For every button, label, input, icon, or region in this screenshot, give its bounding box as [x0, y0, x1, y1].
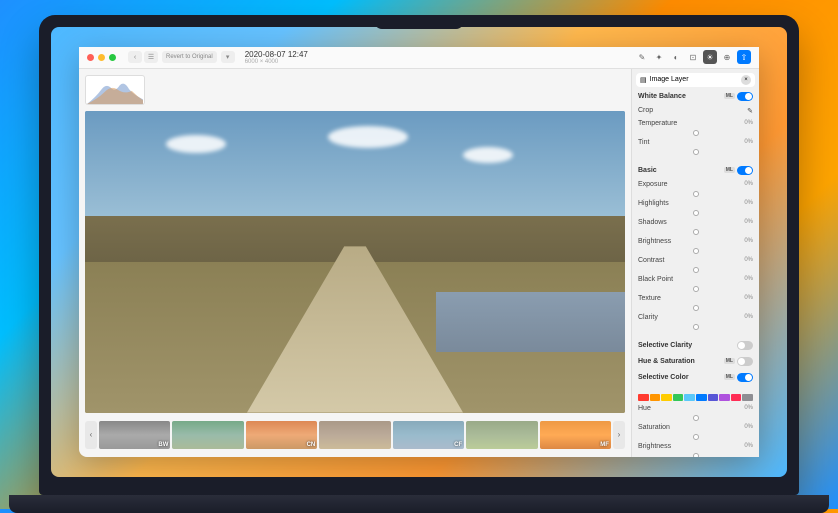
- maximize-window-button[interactable]: [109, 54, 116, 61]
- color-swatches: [636, 394, 755, 401]
- selective-clarity-toggle[interactable]: [737, 341, 753, 350]
- selective-color-toggle[interactable]: [737, 373, 753, 382]
- preset-filmstrip: ‹ BW CN CF MF ›: [85, 419, 625, 451]
- color-swatch-5[interactable]: [696, 394, 707, 401]
- close-window-button[interactable]: [87, 54, 94, 61]
- temperature-row: Temperature0%: [636, 119, 755, 128]
- sidebar-toggle-button[interactable]: ☰: [144, 51, 158, 63]
- revert-button[interactable]: Revert to Original: [162, 51, 217, 63]
- crop-icon[interactable]: ✎: [747, 107, 753, 115]
- preset-thumb-4[interactable]: CF: [393, 421, 464, 449]
- filmstrip-prev-button[interactable]: ‹: [85, 421, 97, 449]
- basic-section: Basic ML: [636, 164, 755, 177]
- color-swatch-8[interactable]: [731, 394, 742, 401]
- hue-saturation-section: Hue & SaturationML: [636, 355, 755, 368]
- preset-thumb-0[interactable]: BW: [99, 421, 170, 449]
- color-swatch-3[interactable]: [673, 394, 684, 401]
- color-swatch-4[interactable]: [684, 394, 695, 401]
- basic-toggle[interactable]: [737, 166, 753, 175]
- document-dimensions: 6000 × 4000: [245, 59, 631, 65]
- main-area: ‹ BW CN CF MF › ▤ Image Layer × White Balan…: [79, 69, 759, 457]
- settings-icon[interactable]: ⊕: [720, 50, 734, 64]
- laptop-base: [9, 495, 829, 513]
- preset-thumb-1[interactable]: [172, 421, 243, 449]
- preset-thumb-2[interactable]: CN: [246, 421, 317, 449]
- minimize-window-button[interactable]: [98, 54, 105, 61]
- ml-badge[interactable]: ML: [724, 93, 735, 99]
- pen-tool-icon[interactable]: ✎: [635, 50, 649, 64]
- preset-thumb-3[interactable]: [319, 421, 390, 449]
- panel-close-button[interactable]: ×: [741, 75, 751, 85]
- photo-canvas[interactable]: [85, 111, 625, 413]
- eyedropper-tool-icon[interactable]: ◐: [669, 50, 683, 64]
- traffic-lights: [87, 54, 116, 61]
- titlebar: ‹ ☰ Revert to Original ▾ 2020-08-07 12:4…: [79, 47, 759, 69]
- color-swatch-6[interactable]: [708, 394, 719, 401]
- color-swatch-9[interactable]: [742, 394, 753, 401]
- layer-selector[interactable]: ▤ Image Layer ×: [636, 73, 755, 87]
- title-area: 2020-08-07 12:47 6000 × 4000: [245, 50, 631, 65]
- photo-editor-window: ‹ ☰ Revert to Original ▾ 2020-08-07 12:4…: [79, 47, 759, 457]
- desktop-screen: ‹ ☰ Revert to Original ▾ 2020-08-07 12:4…: [51, 27, 787, 477]
- preset-thumb-5[interactable]: [466, 421, 537, 449]
- crop-row: Crop✎: [636, 106, 755, 116]
- layer-label: Image Layer: [650, 76, 689, 83]
- share-button[interactable]: ⇧: [737, 50, 751, 64]
- laptop-frame: ‹ ☰ Revert to Original ▾ 2020-08-07 12:4…: [39, 15, 799, 495]
- back-button[interactable]: ‹: [128, 51, 142, 63]
- adjustments-sidebar: ▤ Image Layer × White Balance ML Crop✎ T…: [631, 69, 759, 457]
- selective-clarity-section: Selective Clarity: [636, 339, 755, 352]
- crop-tool-icon[interactable]: ⊡: [686, 50, 700, 64]
- layers-icon: ▤: [640, 76, 647, 84]
- selective-color-section: Selective ColorML: [636, 371, 755, 384]
- laptop-notch: [374, 15, 464, 29]
- color-swatch-2[interactable]: [661, 394, 672, 401]
- color-swatch-1[interactable]: [650, 394, 661, 401]
- tint-row: Tint0%: [636, 138, 755, 147]
- ml-badge[interactable]: ML: [724, 167, 735, 173]
- adjust-tool-icon[interactable]: ☀: [703, 50, 717, 64]
- preset-thumb-6[interactable]: MF: [540, 421, 611, 449]
- color-swatch-7[interactable]: [719, 394, 730, 401]
- histogram[interactable]: [85, 75, 145, 105]
- document-title: 2020-08-07 12:47: [245, 50, 631, 59]
- white-balance-section: White Balance ML: [636, 90, 755, 103]
- white-balance-toggle[interactable]: [737, 92, 753, 101]
- toolbar-tools: ✎ ✦ ◐ ⊡ ☀ ⊕ ⇧: [635, 50, 751, 64]
- canvas-area: ‹ BW CN CF MF ›: [79, 69, 631, 457]
- hue-sat-toggle[interactable]: [737, 357, 753, 366]
- nav-buttons: ‹ ☰: [128, 51, 158, 63]
- wand-tool-icon[interactable]: ✦: [652, 50, 666, 64]
- filmstrip-next-button[interactable]: ›: [613, 421, 625, 449]
- color-swatch-0[interactable]: [638, 394, 649, 401]
- zoom-dropdown[interactable]: ▾: [221, 51, 235, 63]
